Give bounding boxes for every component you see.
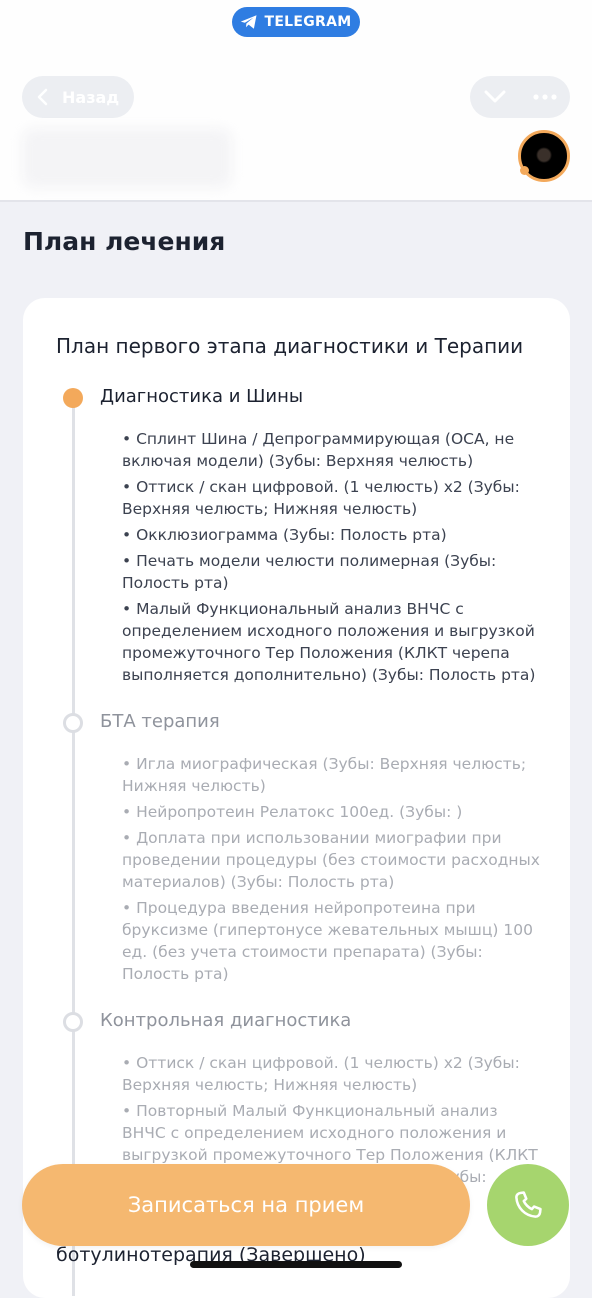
book-appointment-button[interactable]: Записаться на прием	[22, 1164, 470, 1246]
back-button-label: Назад	[62, 87, 120, 107]
blurred-chat-title	[22, 128, 232, 188]
list-item: • Процедура введения нейропротеина при б…	[122, 899, 533, 983]
telegram-badge-label: TELEGRAM	[264, 14, 352, 30]
stage-items: • Игла миографическая (Зубы: Верхняя чел…	[122, 753, 542, 989]
stage-marker-active	[63, 388, 83, 408]
online-indicator	[520, 166, 529, 175]
home-indicator	[190, 1261, 402, 1268]
list-item: • Окклюзиограмма (Зубы: Полость рта)	[122, 526, 447, 544]
more-dots-icon[interactable]	[532, 94, 557, 100]
call-button[interactable]	[487, 1164, 569, 1246]
telegram-plane-icon	[241, 15, 257, 29]
stage-title: Контрольная диагностика	[100, 1010, 352, 1031]
book-appointment-label: Записаться на прием	[127, 1193, 365, 1217]
avatar[interactable]	[518, 130, 570, 182]
list-item: • Нейропротеин Релатокс 100ед. (Зубы: )	[122, 803, 463, 821]
list-item: • Оттиск / скан цифровой. (1 челюсть) x2…	[122, 478, 520, 518]
stage-title: БТА терапия	[100, 711, 220, 732]
list-item: • Малый Функциональный анализ ВНЧС с опр…	[122, 600, 536, 684]
stage-marker-pending	[63, 713, 83, 733]
phone-icon	[515, 1191, 542, 1218]
list-item: • Игла миографическая (Зубы: Верхняя чел…	[122, 755, 527, 795]
page-title: План лечения	[23, 227, 226, 256]
plan-card: План первого этапа диагностики и Терапии…	[23, 298, 570, 1298]
timeline-line	[72, 396, 75, 1296]
stage-marker-pending	[63, 1012, 83, 1032]
header-bar: TELEGRAM Назад	[0, 0, 592, 202]
plan-title: План первого этапа диагностики и Терапии	[56, 334, 524, 358]
list-item: • Сплинт Шина / Депрограммирующая (ОСА, …	[122, 430, 515, 470]
stage-title: Диагностика и Шины	[100, 386, 304, 407]
list-item: • Оттиск / скан цифровой. (1 челюсть) x2…	[122, 1054, 520, 1094]
chevron-left-icon	[37, 88, 48, 106]
chevron-down-icon[interactable]	[484, 90, 506, 104]
header-actions	[470, 76, 570, 118]
list-item: • Доплата при использовании миографии пр…	[122, 829, 540, 891]
stage-items: • Сплинт Шина / Депрограммирующая (ОСА, …	[122, 428, 542, 690]
list-item: • Печать модели челюсти полимерная (Зубы…	[122, 552, 497, 592]
telegram-badge: TELEGRAM	[232, 7, 360, 37]
back-button[interactable]: Назад	[22, 76, 134, 118]
